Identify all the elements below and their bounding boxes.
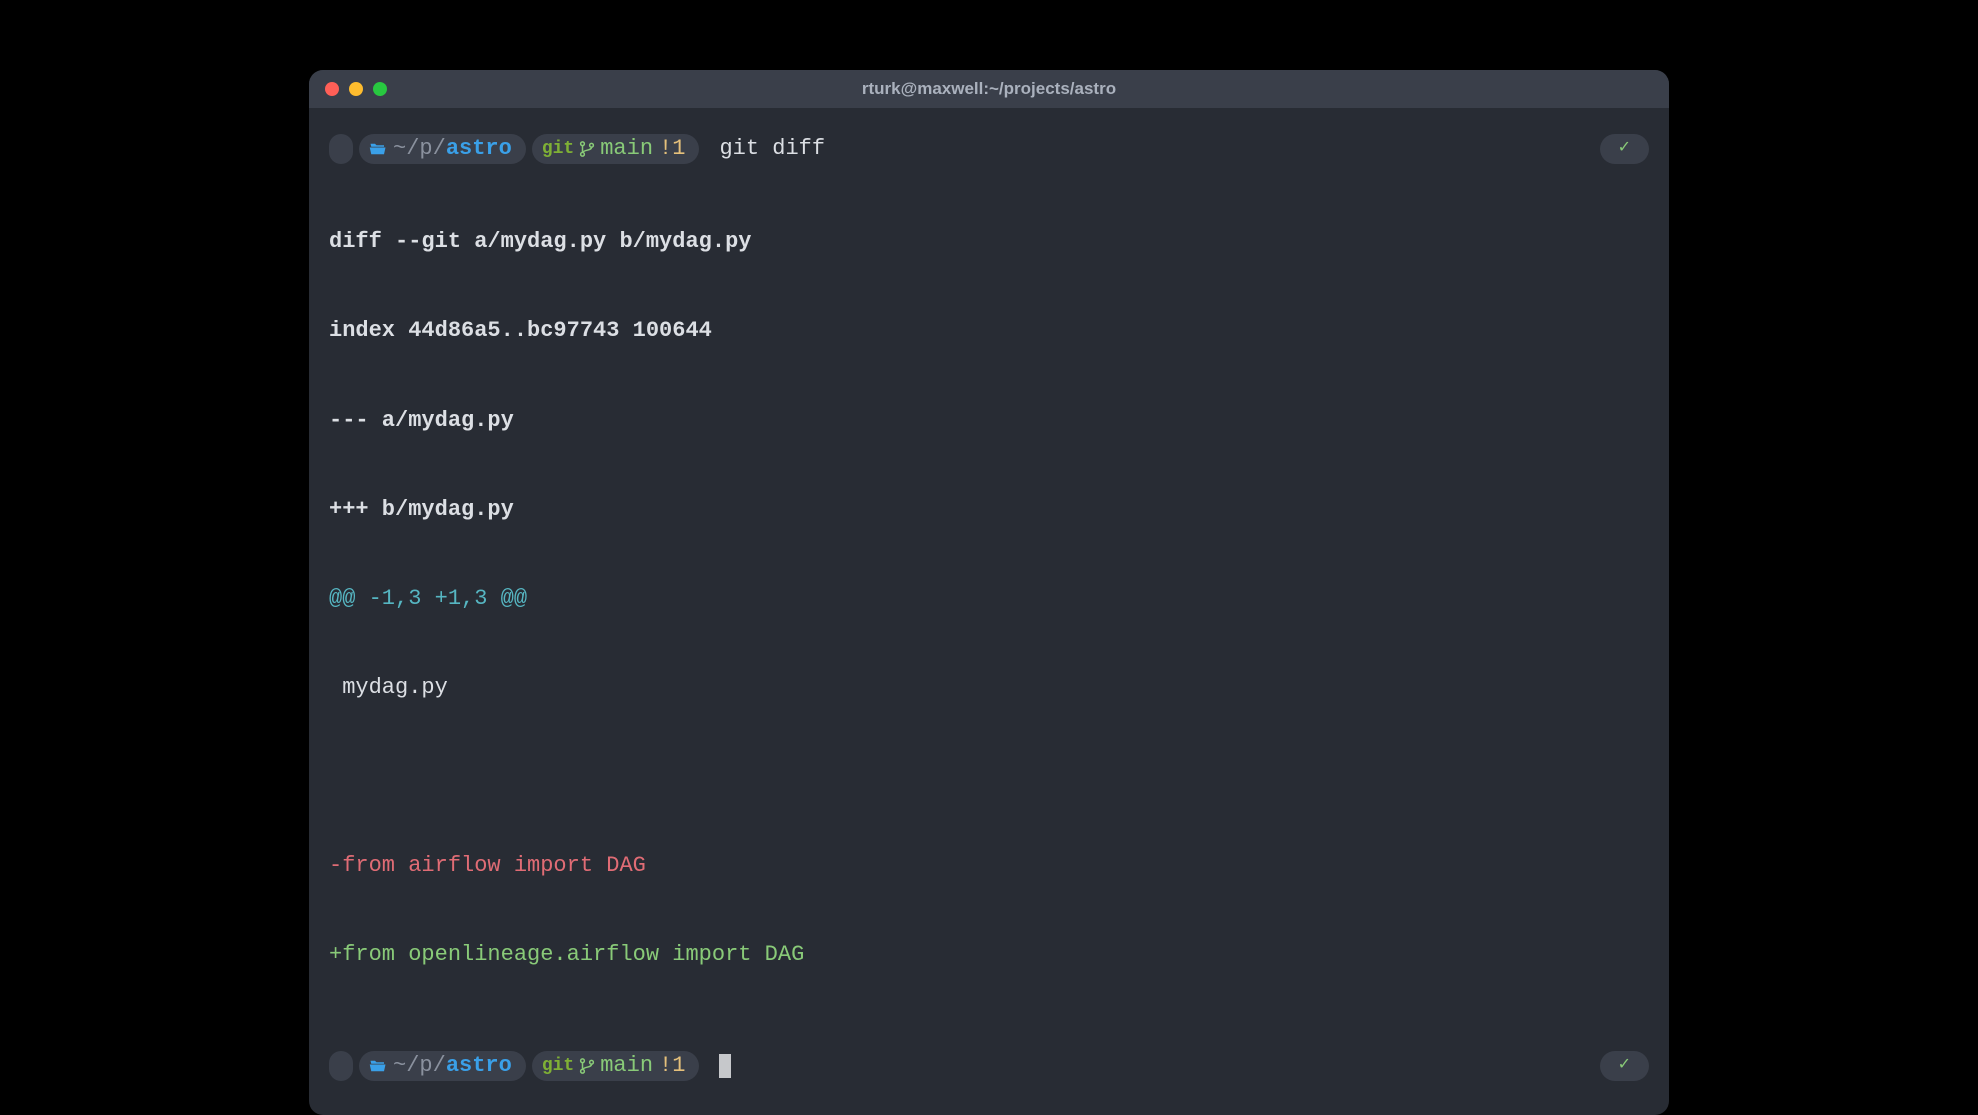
- path-dir: astro: [446, 1051, 512, 1081]
- window-title: rturk@maxwell:~/projects/astro: [309, 79, 1669, 99]
- git-dirty-indicator: !1: [659, 1051, 685, 1081]
- check-icon: ✓: [1618, 138, 1631, 160]
- traffic-lights: [325, 82, 387, 96]
- diff-added-line: +from openlineage.airflow import DAG: [329, 940, 1649, 970]
- prompt-row-2: ~/p/astro git main !1 ✓: [329, 1051, 1649, 1081]
- git-pill: git main !1: [532, 134, 700, 164]
- folder-open-icon: [369, 1058, 387, 1074]
- git-dirty-indicator: !1: [659, 134, 685, 164]
- diff-header-line: diff --git a/mydag.py b/mydag.py: [329, 227, 1649, 257]
- terminal-body[interactable]: ~/p/astro git main !1 git diff: [309, 108, 1669, 1115]
- path-pill: ~/p/astro: [359, 134, 526, 164]
- git-label: git: [542, 137, 574, 161]
- prompt-row-1: ~/p/astro git main !1 git diff: [329, 134, 1649, 164]
- diff-hunk-line: @@ -1,3 +1,3 @@: [329, 584, 1649, 614]
- command-input[interactable]: git diff: [719, 134, 825, 164]
- minimize-button[interactable]: [349, 82, 363, 96]
- path-dir: astro: [446, 134, 512, 164]
- diff-old-file-line: --- a/mydag.py: [329, 406, 1649, 436]
- path-pill: ~/p/astro: [359, 1051, 526, 1081]
- os-pill: [329, 134, 353, 164]
- folder-open-icon: [369, 141, 387, 157]
- terminal-window: rturk@maxwell:~/projects/astro ~/p/astro…: [309, 70, 1669, 1115]
- prompt-left-2: ~/p/astro git main !1: [329, 1051, 731, 1081]
- path-prefix: ~/p/: [393, 134, 446, 164]
- status-pill: ✓: [1600, 134, 1649, 164]
- diff-new-file-line: +++ b/mydag.py: [329, 495, 1649, 525]
- path-prefix: ~/p/: [393, 1051, 446, 1081]
- titlebar: rturk@maxwell:~/projects/astro: [309, 70, 1669, 108]
- close-button[interactable]: [325, 82, 339, 96]
- git-label: git: [542, 1054, 574, 1078]
- os-pill: [329, 1051, 353, 1081]
- diff-context-line: mydag.py: [329, 673, 1649, 703]
- git-branch-icon: [578, 1057, 596, 1075]
- zoom-button[interactable]: [373, 82, 387, 96]
- git-pill: git main !1: [532, 1051, 700, 1081]
- status-pill: ✓: [1600, 1051, 1649, 1081]
- diff-removed-line: -from airflow import DAG: [329, 851, 1649, 881]
- check-icon: ✓: [1618, 1055, 1631, 1077]
- diff-index-line: index 44d86a5..bc97743 100644: [329, 316, 1649, 346]
- diff-output: diff --git a/mydag.py b/mydag.py index 4…: [329, 168, 1649, 1029]
- diff-blank-line: [329, 762, 1649, 792]
- prompt-left: ~/p/astro git main !1 git diff: [329, 134, 825, 164]
- branch-name: main: [600, 1051, 653, 1081]
- branch-name: main: [600, 134, 653, 164]
- cursor[interactable]: [719, 1054, 731, 1078]
- git-branch-icon: [578, 140, 596, 158]
